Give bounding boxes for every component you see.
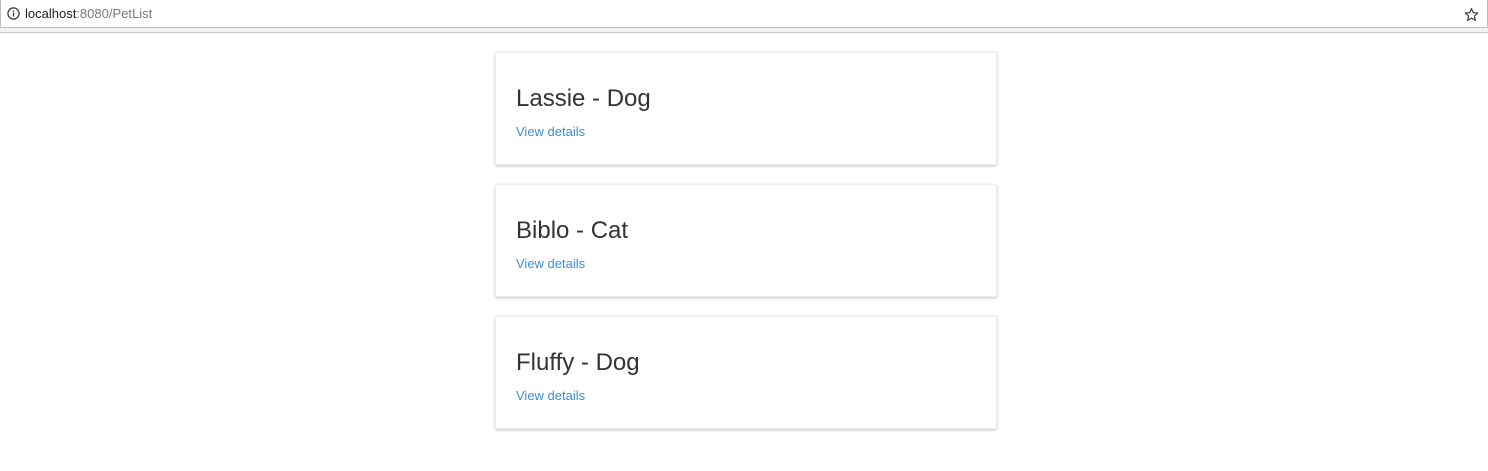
url-host: localhost — [25, 6, 77, 21]
pet-title: Biblo - Cat — [516, 217, 629, 244]
pet-card-lassie: Lassie - Dog View details — [495, 52, 997, 165]
address-bar[interactable]: localhost:8080/PetList — [0, 0, 1488, 28]
pet-card-biblo: Biblo - Cat View details — [495, 184, 997, 297]
view-details-link[interactable]: View details — [516, 256, 585, 272]
pet-title: Fluffy - Dog — [516, 349, 640, 376]
info-circle-icon[interactable] — [6, 7, 20, 21]
star-icon[interactable] — [1463, 6, 1479, 22]
pet-title: Lassie - Dog — [516, 85, 651, 112]
browser-toolbar: localhost:8080/PetList — [0, 0, 1488, 33]
view-details-link[interactable]: View details — [516, 388, 585, 404]
pet-card-fluffy: Fluffy - Dog View details — [495, 316, 997, 429]
pet-list: Lassie - Dog View details Biblo - Cat Vi… — [495, 52, 997, 448]
url-path: :8080/PetList — [76, 6, 153, 21]
view-details-link[interactable]: View details — [516, 124, 585, 140]
url-text[interactable]: localhost:8080/PetList — [25, 7, 152, 20]
